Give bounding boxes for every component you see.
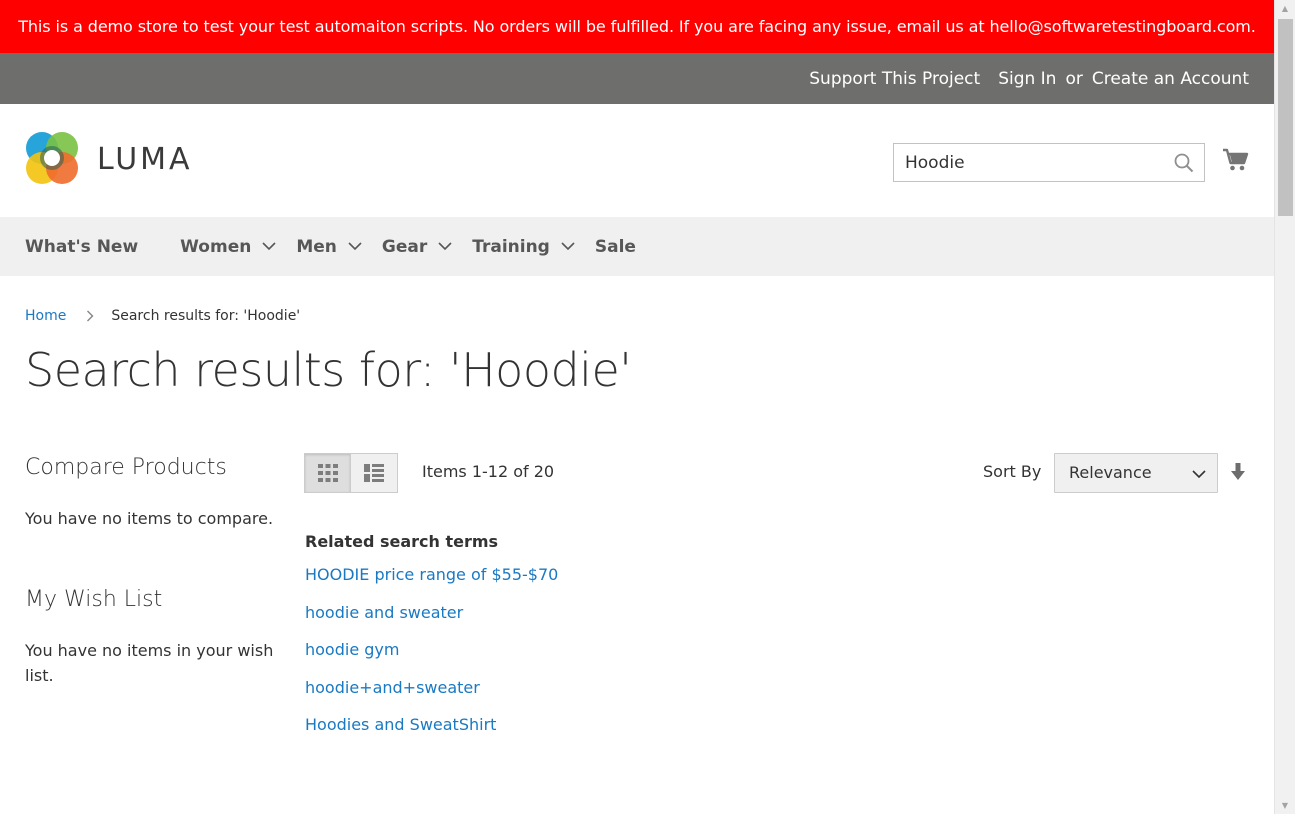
- wishlist-empty-message: You have no items in your wish list.: [25, 641, 274, 685]
- breadcrumb: Home Search results for: 'Hoodie': [25, 308, 300, 324]
- support-project-link[interactable]: Support This Project: [809, 69, 980, 89]
- list-icon: [364, 464, 384, 482]
- chevron-down-icon: [1192, 470, 1206, 479]
- demo-notice-text: This is a demo store to test your test a…: [18, 17, 1256, 36]
- related-search-terms: Related search terms HOODIE price range …: [305, 532, 558, 753]
- nav-item-men[interactable]: Men: [296, 237, 362, 257]
- view-mode-switcher: [304, 453, 398, 493]
- grid-view-button[interactable]: [304, 453, 351, 493]
- create-account-link[interactable]: Create an Account: [1092, 69, 1249, 89]
- compare-empty-message: You have no items to compare.: [25, 509, 274, 528]
- related-term-link[interactable]: Hoodies and SweatShirt: [305, 715, 558, 735]
- chevron-right-icon: [87, 310, 94, 322]
- compare-products-title: Compare Products: [25, 455, 227, 480]
- related-term-link[interactable]: hoodie gym: [305, 640, 558, 660]
- related-term-link[interactable]: hoodie+and+sweater: [305, 678, 558, 698]
- shopping-cart-icon[interactable]: [1222, 146, 1250, 174]
- chevron-down-icon: [262, 242, 276, 251]
- compare-products-block: Compare Products You have no items to co…: [25, 455, 285, 531]
- luma-logo-icon: [26, 132, 78, 184]
- nav-item-label: What's New: [25, 236, 139, 257]
- search-icon[interactable]: [1174, 153, 1194, 173]
- wishlist-block: My Wish List You have no items in your w…: [25, 587, 285, 688]
- main-navigation: What's New Women Men Gear Training Sale: [0, 217, 1274, 276]
- page-title: Search results for: 'Hoodie': [25, 343, 632, 397]
- sort-by-label: Sort By: [983, 462, 1042, 481]
- scroll-up-arrow-icon[interactable]: ▲: [1275, 0, 1295, 17]
- related-term-link[interactable]: hoodie and sweater: [305, 603, 558, 623]
- scroll-down-arrow-icon[interactable]: ▼: [1275, 797, 1295, 814]
- breadcrumb-home-link[interactable]: Home: [25, 308, 66, 324]
- nav-item-label: Men: [296, 236, 337, 257]
- list-view-button[interactable]: [351, 453, 398, 493]
- search-input[interactable]: [894, 144, 1164, 181]
- products-toolbar: Items 1-12 of 20 Sort By Relevance: [304, 453, 1249, 493]
- page: This is a demo store to test your test a…: [0, 0, 1274, 814]
- header: LUMA: [0, 104, 1274, 217]
- sort-by-select[interactable]: Relevance: [1054, 453, 1218, 493]
- search-box: [893, 143, 1205, 182]
- scrollbar-thumb[interactable]: [1278, 19, 1293, 216]
- nav-item-women[interactable]: Women: [180, 237, 276, 257]
- sidebar: Compare Products You have no items to co…: [25, 452, 285, 688]
- nav-item-label: Sale: [594, 236, 636, 257]
- breadcrumb-current: Search results for: 'Hoodie': [111, 308, 301, 324]
- chevron-down-icon: [438, 242, 452, 251]
- nav-item-label: Training: [472, 236, 550, 257]
- sort-by-value: Relevance: [1069, 463, 1152, 482]
- nav-item-training[interactable]: Training: [472, 237, 575, 257]
- logo[interactable]: LUMA: [25, 131, 193, 187]
- demo-notice-banner: This is a demo store to test your test a…: [0, 0, 1274, 53]
- toolbar-amount: Items 1-12 of 20: [422, 462, 555, 481]
- sort-direction-arrow-icon[interactable]: [1230, 463, 1246, 481]
- related-term-link[interactable]: HOODIE price range of $55-$70: [305, 565, 558, 585]
- logo-text: LUMA: [97, 141, 193, 177]
- or-separator: or: [1065, 68, 1083, 89]
- page-scrollbar[interactable]: ▲ ▼: [1274, 0, 1295, 814]
- nav-item-sale[interactable]: Sale: [595, 237, 636, 257]
- sign-in-link[interactable]: Sign In: [998, 69, 1056, 89]
- chevron-down-icon: [561, 242, 575, 251]
- nav-item-gear[interactable]: Gear: [382, 237, 452, 257]
- wishlist-title: My Wish List: [25, 587, 163, 612]
- chevron-down-icon: [348, 242, 362, 251]
- nav-item-whats-new[interactable]: What's New: [25, 237, 138, 257]
- nav-item-label: Women: [180, 236, 252, 257]
- related-search-terms-title: Related search terms: [305, 532, 499, 551]
- nav-item-label: Gear: [381, 236, 428, 257]
- grid-icon: [317, 464, 338, 482]
- panel-header: Support This Project Sign In or Create a…: [0, 53, 1274, 104]
